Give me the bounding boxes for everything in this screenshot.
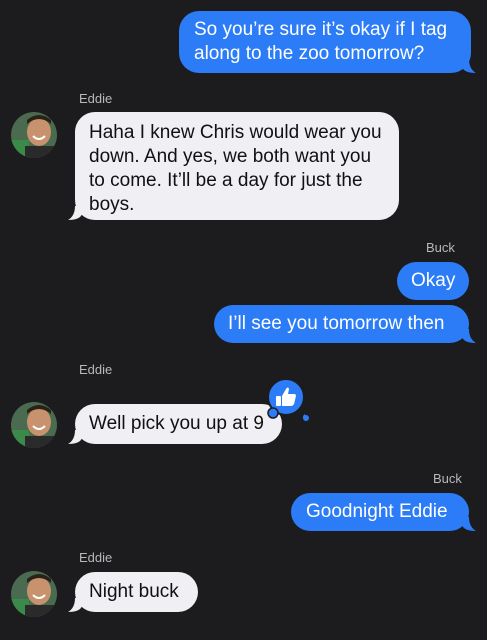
message-bubble[interactable]: So you’re sure it’s okay if I tag along …: [179, 11, 471, 73]
message-text: Well pick you up at 9: [89, 413, 264, 434]
message-text: Goodnight Eddie: [306, 501, 448, 522]
message-bubble[interactable]: I’ll see you tomorrow then: [214, 305, 469, 343]
sender-name: Buck: [433, 471, 462, 486]
bubble-tail: [462, 59, 476, 73]
bubble-tail: [68, 598, 82, 612]
message-text: I’ll see you tomorrow then: [228, 313, 445, 334]
avatar-image: [11, 402, 57, 448]
sender-name: Eddie: [79, 362, 113, 377]
avatar[interactable]: [11, 112, 57, 158]
message-bubble[interactable]: Well pick you up at 9: [75, 404, 282, 444]
tapback-dot: [303, 415, 309, 421]
thumbs-up-icon[interactable]: [265, 379, 305, 423]
bubble-tail: [462, 517, 476, 531]
message-text: Night buck: [89, 581, 179, 602]
sender-name: Buck: [426, 240, 455, 255]
bubble-tail: [68, 206, 82, 220]
sender-name: Eddie: [79, 91, 113, 106]
message-bubble[interactable]: Night buck: [75, 572, 198, 612]
message-bubble[interactable]: Goodnight Eddie: [291, 493, 469, 531]
avatar[interactable]: [11, 571, 57, 617]
message-text: Okay: [411, 270, 456, 291]
sender-name: Eddie: [79, 550, 113, 565]
avatar-image: [11, 112, 57, 158]
avatar-image: [11, 571, 57, 617]
bubble-tail: [462, 329, 476, 343]
message-text: Haha I knew Chris would wear you down. A…: [89, 122, 382, 215]
message-bubble[interactable]: Haha I knew Chris would wear you down. A…: [75, 112, 399, 220]
message-bubble[interactable]: Okay: [397, 262, 469, 300]
message-text: So you’re sure it’s okay if I tag along …: [194, 19, 448, 64]
avatar[interactable]: [11, 402, 57, 448]
bubble-tail: [68, 430, 82, 444]
